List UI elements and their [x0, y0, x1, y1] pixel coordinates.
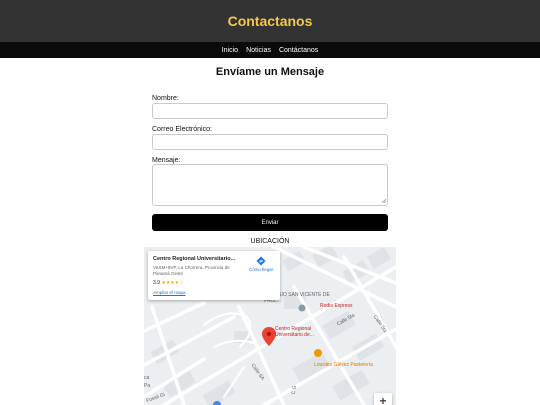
submit-button[interactable]: Enviar	[152, 214, 388, 231]
form-title: Envíame un Mensaje	[215, 66, 325, 78]
place-info-card: Centro Regional Universitario... V6XM+9V…	[148, 251, 280, 300]
page-title: Contactanos	[227, 13, 313, 29]
email-label: Correo Electrónico:	[152, 126, 212, 133]
nav-link-noticias[interactable]: Noticias	[246, 47, 271, 54]
map-label-left-a: ca	[144, 375, 150, 381]
name-field[interactable]	[152, 103, 388, 119]
place-rating: 3.9 ★★★★☆	[153, 280, 184, 286]
map-label-express: Rodia Express	[320, 303, 353, 309]
zoom-in-button[interactable]: +	[374, 393, 392, 405]
nav-link-inicio[interactable]: Inicio	[222, 47, 238, 54]
place-address: V6XM+9VP, La Chorrera, Provincia de Pana…	[153, 265, 230, 276]
map-label-bakery: Lourdes Gálvez Pastelería	[314, 362, 373, 368]
email-field[interactable]	[152, 134, 388, 150]
main-nav: Inicio Noticias Contáctanos	[0, 42, 540, 58]
enlarge-map-link[interactable]: Ampliar el mapa	[153, 290, 186, 295]
map-label-centro: Centro Regional Universitario de...	[275, 326, 314, 338]
rating-value: 3.9	[153, 280, 160, 286]
directions-label[interactable]: Cómo llegar	[244, 267, 278, 272]
header-bar: Contactanos	[0, 0, 540, 42]
nav-link-contactanos[interactable]: Contáctanos	[279, 47, 318, 54]
resize-grip-icon[interactable]	[381, 198, 387, 204]
name-label: Nombre:	[152, 95, 179, 102]
message-label: Mensaje:	[152, 157, 181, 164]
rating-stars: ★★★★☆	[161, 280, 184, 286]
place-name: Centro Regional Universitario...	[153, 256, 236, 262]
location-heading: UBICACIÓN	[250, 238, 290, 245]
directions-icon[interactable]	[256, 256, 266, 266]
map-label-left-b: Pa	[144, 383, 151, 389]
message-field[interactable]	[152, 164, 388, 206]
